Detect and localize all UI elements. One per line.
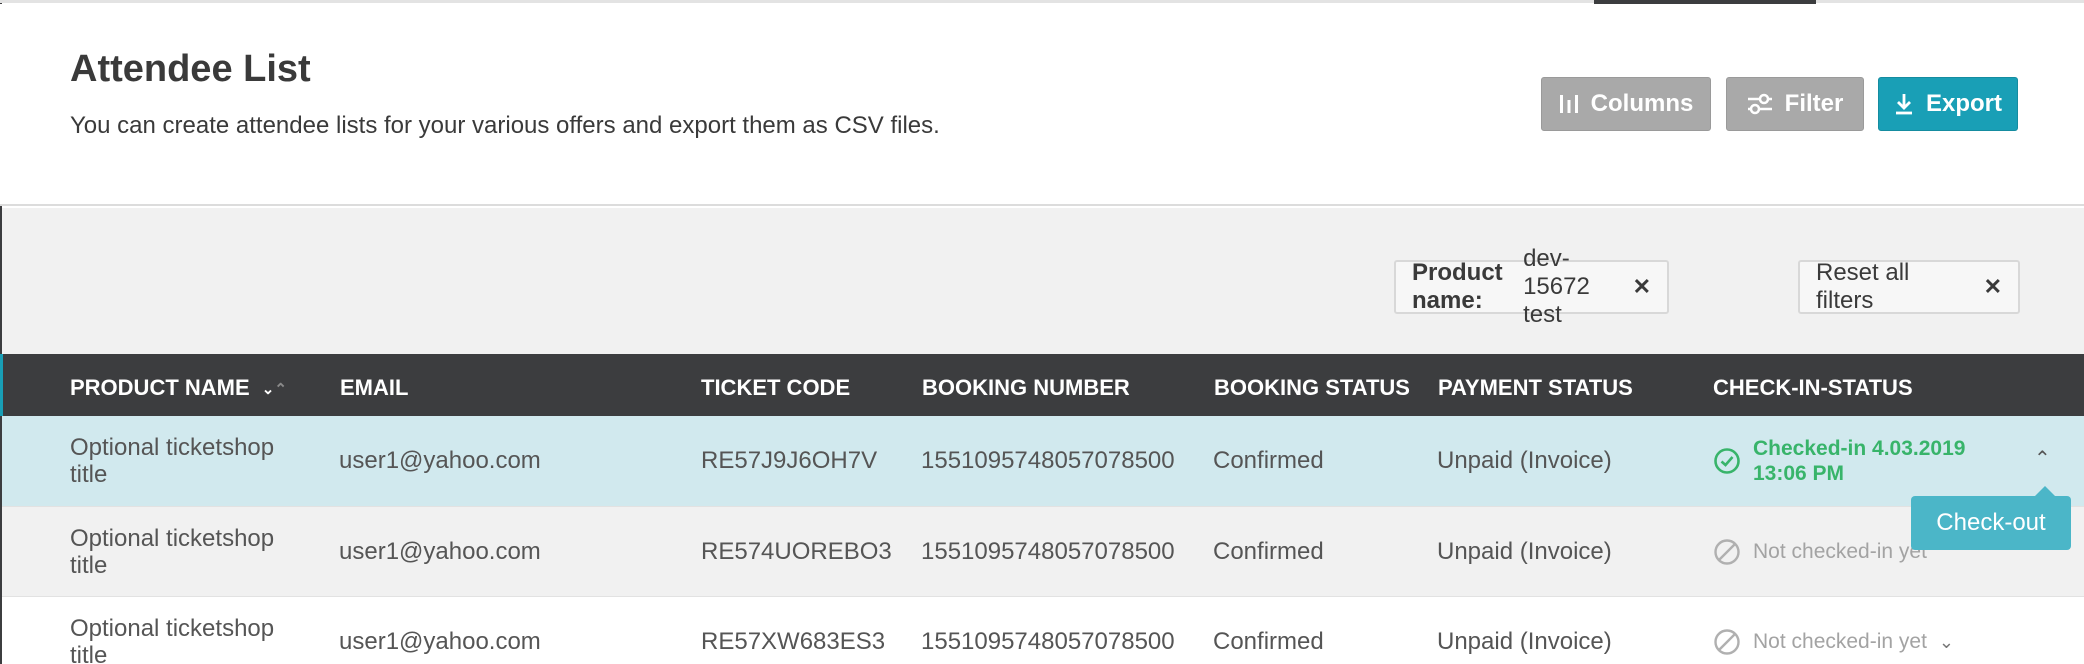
column-header-product-name[interactable]: PRODUCT NAME ⌄⌃ [70,375,287,401]
export-button-label: Export [1925,90,2002,117]
column-header-booking-status[interactable]: BOOKING STATUS [1214,375,1410,401]
export-button[interactable]: Export [1878,77,2018,131]
chevron-up-icon[interactable]: ⌃ [2034,446,2051,471]
columns-button[interactable]: Columns [1541,77,1711,131]
filter-chip-value: dev-15672 test [1523,245,1590,328]
active-filters-bar: Product name: dev-15672 test ✕ Reset all… [2,208,2084,354]
blocked-circle-icon [1714,629,1740,655]
product-name-cell: Optional ticketshop title [70,525,275,579]
filter-button-label: Filter [1784,90,1844,117]
check-in-status-cell: Not checked-in yet [1713,507,1927,597]
filter-button[interactable]: Filter [1726,77,1864,131]
blocked-circle-icon [1714,539,1740,565]
check-out-tooltip-button[interactable]: Check-out [1911,486,2071,550]
ticket-code-cell: RE57XW683ES3 [701,628,886,655]
check-in-status-cell: Checked-in 4.03.2019 13:06 PM [1713,416,1983,506]
product-name-cell: Optional ticketshop title [70,434,275,488]
ticket-code-cell: RE57J9J6OH7V [701,447,878,474]
check-in-status-text: Not checked-in yet [1753,630,1927,653]
product-name-cell: Optional ticketshop title [70,615,275,664]
payment-status-cell: Unpaid (Invoice) [1437,538,1612,565]
reset-all-filters-button[interactable]: Reset all filters ✕ [1798,259,2020,314]
filter-chip-product-name[interactable]: Product name: dev-15672 test ✕ [1394,245,1669,328]
table-row[interactable]: Optional ticketshop title user1@yahoo.co… [2,596,2084,664]
chevron-down-icon[interactable]: ⌄ [1939,632,1954,653]
sort-icon[interactable]: ⌄⌃ [262,380,287,398]
email-cell: user1@yahoo.com [339,538,541,565]
check-circle-icon [1714,448,1740,474]
page-title: Attendee List [70,48,311,90]
page-header: Attendee List You can create attendee li… [0,4,2084,206]
booking-number-cell: 1551095748057078500 [921,538,1175,565]
booking-status-cell: Confirmed [1213,447,1324,474]
check-in-status-text: Checked-in 4.03.2019 13:06 PM [1753,437,1966,485]
table-header: PRODUCT NAME ⌄⌃ EMAIL TICKET CODE BOOKIN… [0,354,2084,416]
booking-number-cell: 1551095748057078500 [921,628,1175,655]
payment-status-cell: Unpaid (Invoice) [1437,628,1612,655]
column-header-check-in-status[interactable]: CHECK-IN-STATUS [1713,375,1913,401]
column-header-ticket-code[interactable]: TICKET CODE [701,375,850,401]
booking-status-cell: Confirmed [1213,628,1324,655]
column-header-email[interactable]: EMAIL [340,375,408,401]
table-row[interactable]: Optional ticketshop title user1@yahoo.co… [2,506,2084,596]
column-header-payment-status[interactable]: PAYMENT STATUS [1438,375,1633,401]
page-description: You can create attendee lists for your v… [70,112,940,139]
close-icon[interactable]: ✕ [1633,274,1651,300]
column-header-booking-number[interactable]: BOOKING NUMBER [922,375,1130,401]
check-in-status-cell: Not checked-in yet ⌄ [1713,597,1954,664]
table-row[interactable]: Optional ticketshop title user1@yahoo.co… [2,416,2084,506]
ticket-code-cell: RE574UOREBO3 [701,538,892,565]
email-cell: user1@yahoo.com [339,447,541,474]
columns-button-label: Columns [1590,90,1694,117]
email-cell: user1@yahoo.com [339,628,541,655]
check-in-status-text: Not checked-in yet [1753,540,1927,563]
payment-status-cell: Unpaid (Invoice) [1437,447,1612,474]
filter-chip-field: Product name: [1412,259,1503,314]
booking-number-cell: 1551095748057078500 [921,447,1175,474]
booking-status-cell: Confirmed [1213,538,1324,565]
columns-icon [1559,95,1578,113]
sliders-icon [1747,93,1772,115]
close-icon: ✕ [1983,274,2002,299]
reset-all-filters-label: Reset all filters [1816,259,1910,314]
download-icon [1895,94,1912,115]
